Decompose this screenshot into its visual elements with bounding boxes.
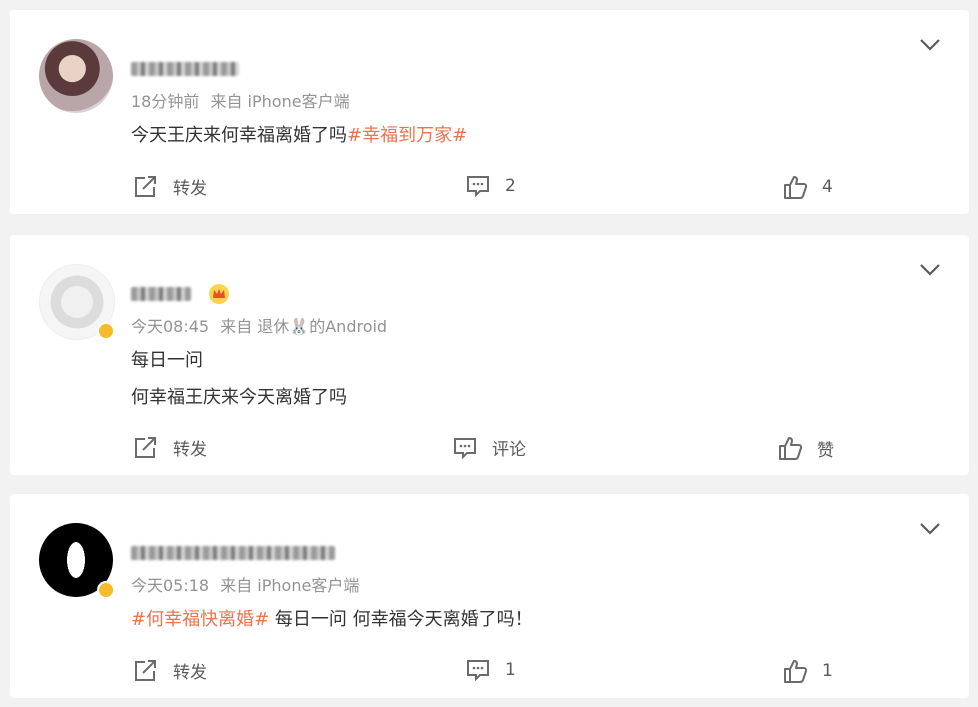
comment-button[interactable]: 2 xyxy=(465,174,516,198)
comment-icon xyxy=(467,176,489,198)
username-blurred[interactable] xyxy=(131,287,191,301)
thumbs-up-icon xyxy=(779,437,803,460)
username-blurred[interactable] xyxy=(131,546,335,560)
topic-link[interactable]: #何幸福快离婚# xyxy=(131,609,269,630)
post-text: 今天王庆来何幸福离婚了吗#幸福到万家# xyxy=(131,125,468,146)
avatar[interactable] xyxy=(39,264,115,340)
post-meta: 18分钟前 来自 iPhone客户端 xyxy=(131,88,356,112)
like-button[interactable]: 4 xyxy=(782,174,833,200)
like-button[interactable]: 1 xyxy=(782,658,833,684)
post-meta: 今天08:45 来自 退休🐰的Android xyxy=(131,313,393,337)
post-text: #何幸福快离婚# 每日一问 何幸福今天离婚了吗！ xyxy=(131,609,533,630)
post-source: 来自 退休🐰的Android xyxy=(220,317,388,336)
repost-label: 转发 xyxy=(173,663,207,683)
like-count: 4 xyxy=(822,177,833,197)
share-icon xyxy=(135,659,156,681)
chevron-down-icon[interactable] xyxy=(919,263,941,277)
chevron-down-icon[interactable] xyxy=(919,522,941,536)
repost-button[interactable]: 转发 xyxy=(133,435,207,460)
post-text-line: 何幸福王庆来今天离婚了吗 xyxy=(131,387,347,408)
comment-count: 1 xyxy=(505,660,516,680)
post-time[interactable]: 18分钟前 xyxy=(131,92,199,111)
like-button[interactable]: 赞 xyxy=(777,435,834,461)
post-source: 来自 iPhone客户端 xyxy=(210,92,350,111)
thumbs-up-icon xyxy=(784,176,808,199)
topic-link[interactable]: #幸福到万家# xyxy=(347,125,467,146)
avatar[interactable] xyxy=(39,523,115,599)
comment-count: 2 xyxy=(505,176,516,196)
comment-button[interactable]: 评论 xyxy=(452,435,526,460)
repost-button[interactable]: 转发 xyxy=(133,658,207,683)
post-card: 18分钟前 来自 iPhone客户端 今天王庆来何幸福离婚了吗#幸福到万家# 转… xyxy=(10,10,969,214)
post-meta: 今天05:18 来自 iPhone客户端 xyxy=(131,572,365,596)
share-icon xyxy=(135,436,156,458)
comment-icon xyxy=(454,437,476,459)
verified-badge xyxy=(97,581,115,599)
comment-label: 评论 xyxy=(492,440,526,460)
post-text-line: 每日一问 xyxy=(131,350,203,371)
verified-badge xyxy=(97,322,115,340)
repost-button[interactable]: 转发 xyxy=(133,174,207,199)
post-time[interactable]: 今天05:18 xyxy=(131,576,209,595)
repost-label: 转发 xyxy=(173,440,207,460)
comment-button[interactable]: 1 xyxy=(465,658,516,682)
like-count: 1 xyxy=(822,661,833,681)
repost-label: 转发 xyxy=(173,179,207,199)
avatar[interactable] xyxy=(39,39,113,113)
username-blurred[interactable] xyxy=(131,62,239,76)
comment-icon xyxy=(467,660,489,682)
post-card: 今天08:45 来自 退休🐰的Android 每日一问 何幸福王庆来今天离婚了吗… xyxy=(10,235,969,475)
like-label: 赞 xyxy=(817,440,834,461)
post-time[interactable]: 今天08:45 xyxy=(131,317,209,336)
chevron-down-icon[interactable] xyxy=(919,38,941,52)
crown-icon[interactable] xyxy=(208,283,230,305)
thumbs-up-icon xyxy=(784,660,808,683)
share-icon xyxy=(135,175,156,197)
post-card: 今天05:18 来自 iPhone客户端 #何幸福快离婚# 每日一问 何幸福今天… xyxy=(10,494,969,698)
post-source: 来自 iPhone客户端 xyxy=(220,576,360,595)
